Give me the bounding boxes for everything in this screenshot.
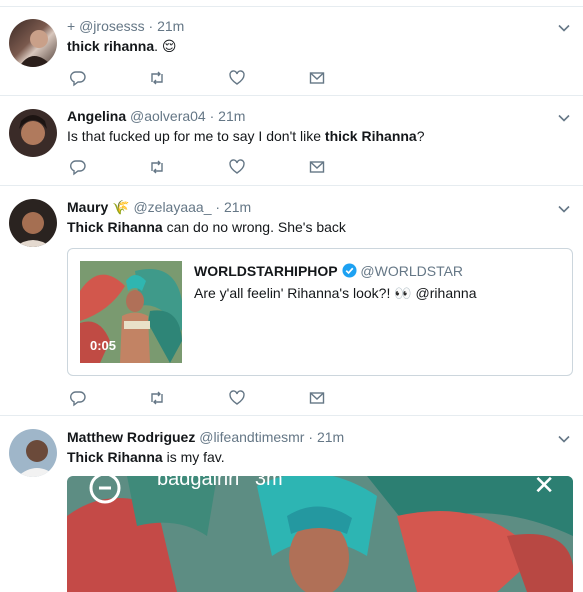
chevron-down-icon[interactable] <box>557 202 571 216</box>
quoted-tweet[interactable]: 0:05 WORLDSTARHIPHOP @WORLDSTAR Are y'al… <box>67 248 573 376</box>
user-handle[interactable]: @zelayaaa_ <box>133 199 211 215</box>
dm-icon[interactable] <box>308 389 328 409</box>
user-handle[interactable]: @aolvera04 <box>130 108 206 124</box>
highlighted-term: Thick Rihanna <box>67 449 163 465</box>
dm-icon[interactable] <box>308 69 328 89</box>
highlighted-term: thick Rihanna <box>324 128 417 144</box>
tweet-header: Matthew Rodriguez @lifeandtimesmr · 21m <box>67 428 344 446</box>
media-overlay-user: badgalriri 3m <box>157 476 283 491</box>
reply-icon[interactable] <box>69 389 89 409</box>
avatar[interactable] <box>9 109 57 157</box>
timestamp[interactable]: 21m <box>317 429 344 445</box>
tweet-2[interactable]: Angelina @aolvera04 · 21m Is that fucked… <box>0 96 583 186</box>
overlay-username: badgalriri <box>157 476 240 490</box>
video-thumbnail[interactable]: 0:05 <box>80 261 182 363</box>
display-name[interactable]: Maury <box>67 199 108 215</box>
text-rest: . 😌 <box>154 38 177 54</box>
display-name[interactable]: Matthew Rodriguez <box>67 429 195 445</box>
quoted-handle[interactable]: @WORLDSTAR <box>360 263 463 279</box>
timestamp[interactable]: 21m <box>224 199 251 215</box>
tweet-header: Angelina @aolvera04 · 21m <box>67 107 245 125</box>
text-pre: Is that fucked up for me to say I don't … <box>67 128 325 144</box>
timestamp[interactable]: 21m <box>218 108 245 124</box>
top-divider <box>0 0 583 7</box>
retweet-icon[interactable] <box>148 69 168 89</box>
quote-header: WORLDSTARHIPHOP @WORLDSTAR <box>194 263 463 279</box>
action-bar <box>67 389 337 409</box>
carnival-video-icon <box>67 476 573 592</box>
action-bar <box>67 158 337 178</box>
separator: · <box>308 429 314 445</box>
highlighted-term: thick rihanna <box>67 38 155 54</box>
reply-icon[interactable] <box>69 158 89 178</box>
avatar-photo-icon <box>19 30 53 67</box>
overlay-time: 3m <box>254 476 283 490</box>
display-name[interactable]: Angelina <box>67 108 126 124</box>
avatar[interactable] <box>9 19 57 67</box>
avatar-photo-icon <box>15 212 51 247</box>
text-rest: is my fav. <box>162 449 225 465</box>
tweet-text: Thick Rihanna can do no wrong. She's bac… <box>67 218 346 236</box>
like-icon[interactable] <box>228 389 248 409</box>
retweet-icon[interactable] <box>148 158 168 178</box>
plus-mark: + <box>67 18 76 34</box>
like-icon[interactable] <box>228 69 248 89</box>
tweet-text: thick rihanna. 😌 <box>67 37 177 55</box>
like-icon[interactable] <box>228 158 248 178</box>
video-media[interactable]: badgalriri 3m ✕ <box>67 476 573 592</box>
separator: · <box>148 18 154 34</box>
tweet-text: Is that fucked up for me to say I don't … <box>67 127 425 145</box>
video-duration: 0:05 <box>90 338 117 353</box>
verified-badge-icon <box>341 263 357 278</box>
text-rest: can do no wrong. She's back <box>162 219 346 235</box>
avatar[interactable] <box>9 429 57 477</box>
tweet-3[interactable]: Maury 🌾 @zelayaaa_ · 21m Thick Rihanna c… <box>0 186 583 416</box>
quoted-display-name[interactable]: WORLDSTARHIPHOP <box>194 263 338 279</box>
avatar[interactable] <box>9 199 57 247</box>
avatar-photo-icon <box>19 115 47 145</box>
separator: · <box>215 199 221 215</box>
tweet-header: + @jrosesss · 21m <box>67 17 184 35</box>
chevron-down-icon[interactable] <box>557 432 571 446</box>
user-handle[interactable]: @lifeandtimesmr <box>199 429 304 445</box>
retweet-icon[interactable] <box>148 389 168 409</box>
chevron-down-icon[interactable] <box>557 21 571 35</box>
tweet-header: Maury 🌾 @zelayaaa_ · 21m <box>67 198 251 216</box>
user-handle[interactable]: @jrosesss <box>79 18 145 34</box>
chevron-down-icon[interactable] <box>557 111 571 125</box>
dm-icon[interactable] <box>308 158 328 178</box>
tweet-1[interactable]: + @jrosesss · 21m thick rihanna. 😌 <box>0 7 583 96</box>
action-bar <box>67 69 337 89</box>
timestamp[interactable]: 21m <box>157 18 184 34</box>
reply-icon[interactable] <box>69 69 89 89</box>
close-icon[interactable]: ✕ <box>533 476 555 501</box>
separator: · <box>209 108 215 124</box>
avatar-photo-icon <box>17 440 57 477</box>
tweet-text: Thick Rihanna is my fav. <box>67 448 225 466</box>
highlighted-term: Thick Rihanna <box>67 219 163 235</box>
tweet-4[interactable]: Matthew Rodriguez @lifeandtimesmr · 21m … <box>0 416 583 592</box>
name-emoji: 🌾 <box>112 199 130 215</box>
text-post: ? <box>416 128 425 144</box>
quoted-text: Are y'all feelin' Rihanna's look?! 👀 @ri… <box>194 285 477 301</box>
